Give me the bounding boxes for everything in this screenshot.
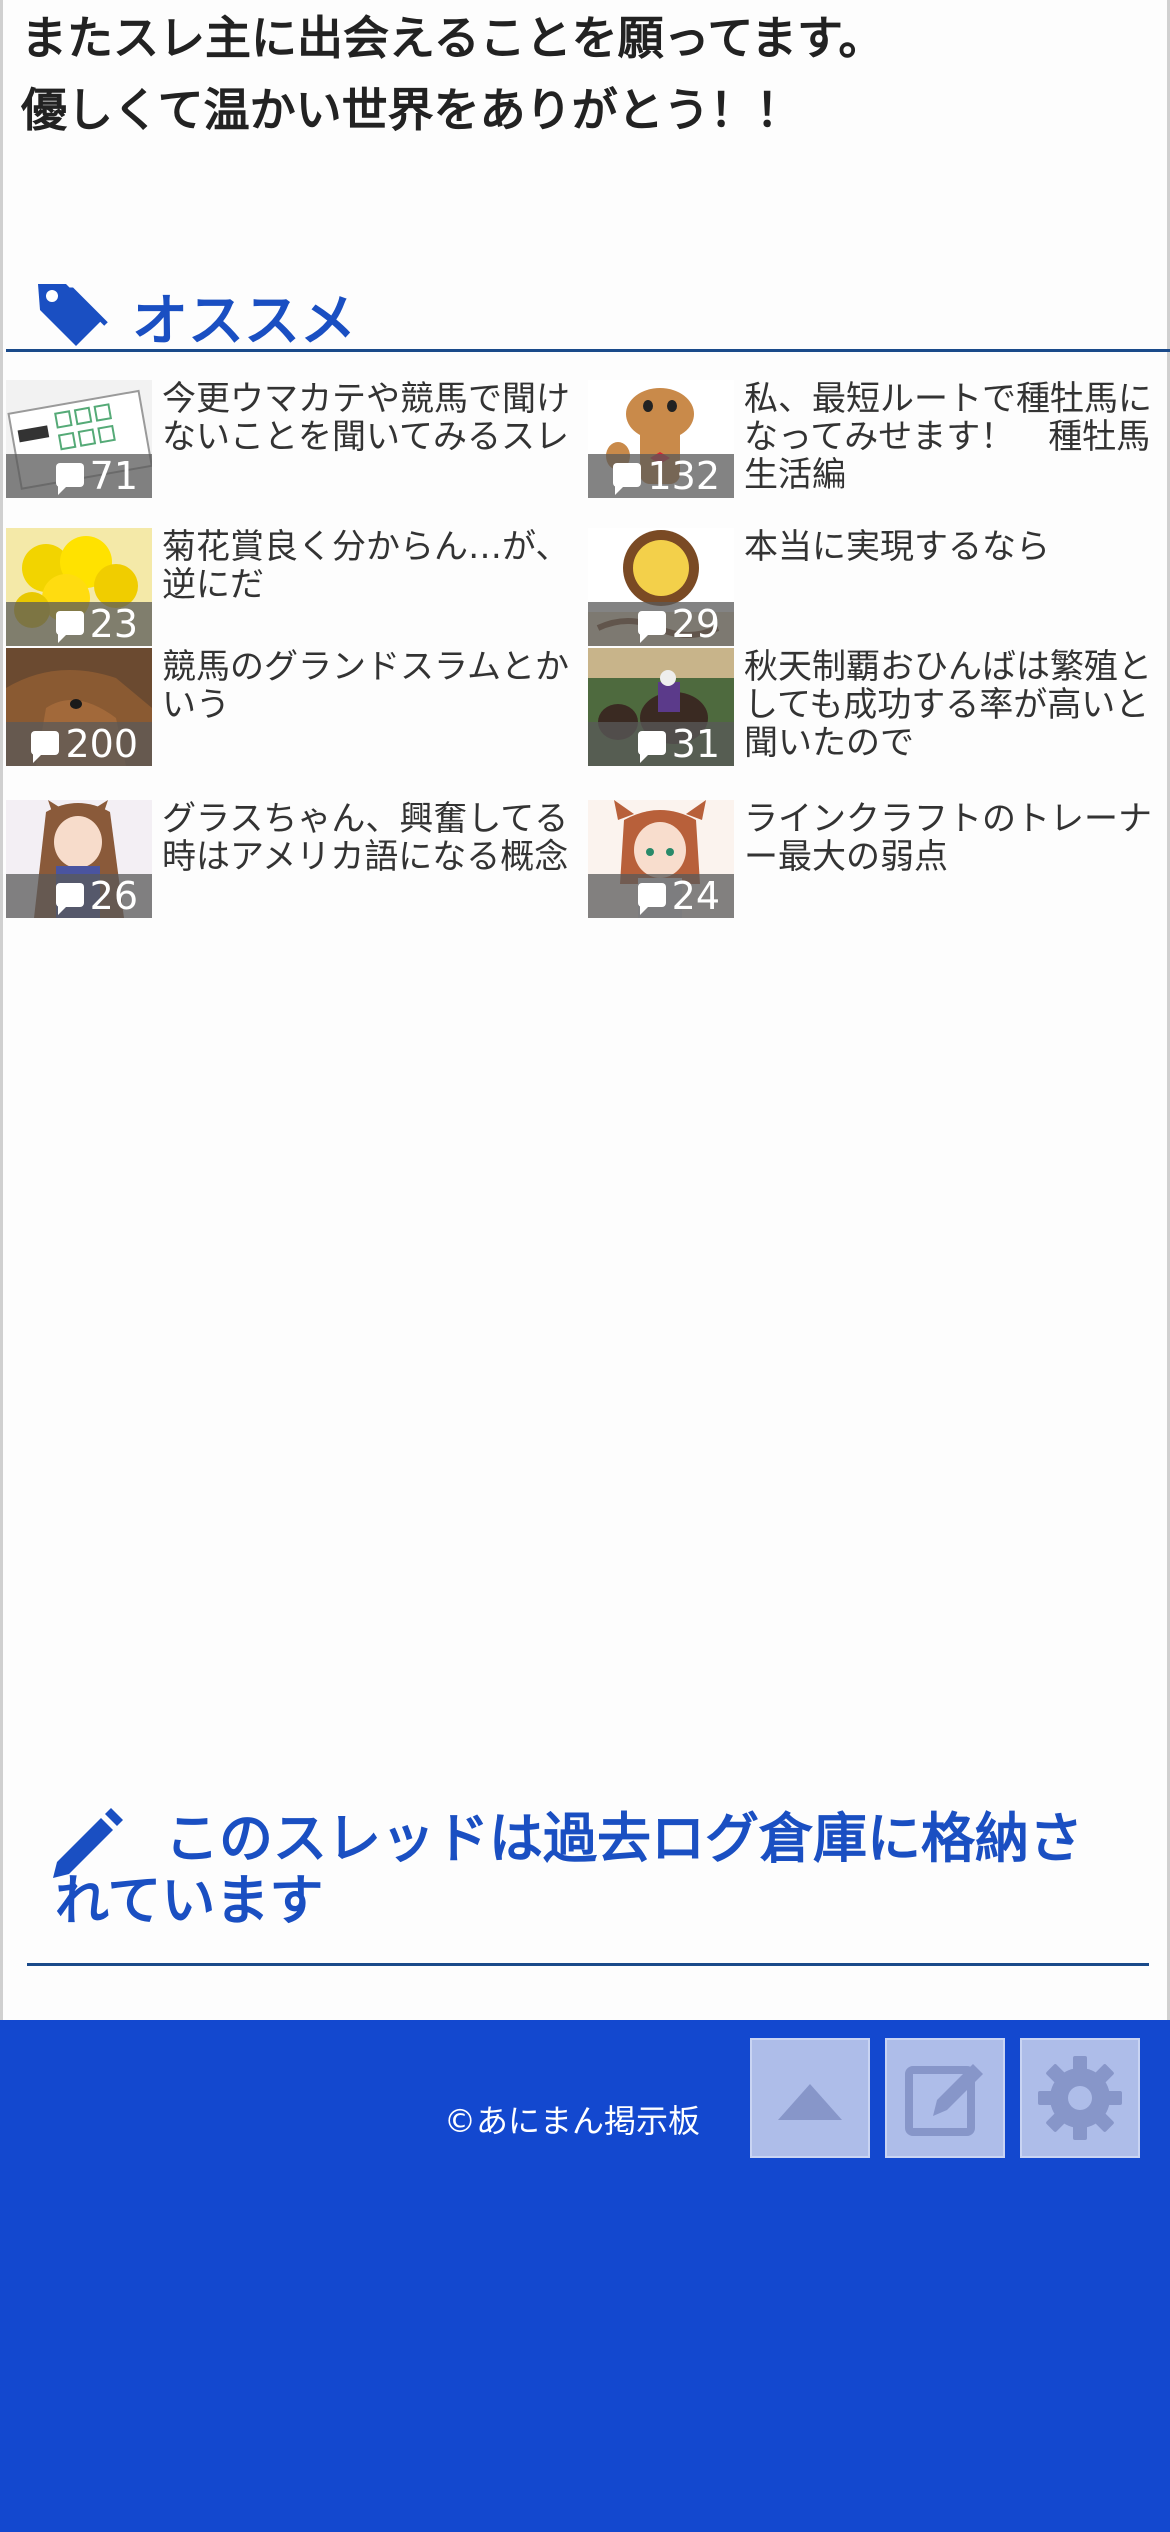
thread-title-link[interactable]: 私、最短ルートで種牡馬になってみせます！ 種牡馬生活編 <box>744 380 1160 494</box>
comment-count: 132 <box>647 454 720 498</box>
tag-icon <box>38 284 108 346</box>
recommend-item[interactable]: 23 菊花賞良く分からん…が、逆にだ <box>6 528 586 658</box>
comment-count: 200 <box>65 722 138 766</box>
comment-count: 23 <box>89 602 138 646</box>
comment-icon <box>613 463 642 495</box>
yellow-flowers-thumbnail[interactable]: 23 <box>6 528 152 646</box>
thread-title-link[interactable]: ラインクラフトのトレーナー最大の弱点 <box>744 800 1160 876</box>
recommend-item[interactable]: 200 競馬のグランドスラムとかいう <box>6 648 586 778</box>
comment-count: 71 <box>89 454 138 498</box>
thread-title-link[interactable]: 今更ウマカテや競馬で聞けないことを聞いてみるスレ <box>162 380 578 456</box>
coco-ichibanya-thumbnail[interactable]: 29 <box>588 528 734 646</box>
thread-title-link[interactable]: 競馬のグランドスラムとかいう <box>162 648 578 724</box>
comment-count-badge: 132 <box>588 454 734 498</box>
post-body: またスレ主に出会えることを願ってます。 優しくて温かい世界をありがとう！！ <box>21 2 1151 146</box>
horse-illustration-thumbnail[interactable]: 132 <box>588 380 734 498</box>
recommend-item[interactable]: 29 本当に実現するなら <box>588 528 1168 658</box>
comment-count: 24 <box>671 874 720 918</box>
compose-button[interactable] <box>885 2038 1005 2158</box>
page: またスレ主に出会えることを願ってます。 優しくて温かい世界をありがとう！！ オス… <box>0 0 1170 2532</box>
comment-icon <box>637 883 666 915</box>
race-card-thumbnail[interactable]: 71 <box>6 380 152 498</box>
comment-count: 26 <box>89 874 138 918</box>
comment-icon <box>55 611 84 643</box>
comment-icon <box>31 731 60 763</box>
recommend-list: 71 今更ウマカテや競馬で聞けないことを聞いてみるスレ 132 私、最短ルートで… <box>6 380 1170 940</box>
comment-count-badge: 26 <box>6 874 152 918</box>
comment-count-badge: 24 <box>588 874 734 918</box>
comment-count-badge: 71 <box>6 454 152 498</box>
comment-count: 29 <box>671 602 720 646</box>
archived-notice: このスレッドは過去ログ倉庫に格納されています <box>27 1800 1149 1966</box>
recommend-item[interactable]: 132 私、最短ルートで種牡馬になってみせます！ 種牡馬生活編 <box>588 380 1168 510</box>
comment-icon <box>637 611 666 643</box>
thread-title-link[interactable]: 秋天制覇おひんばは繁殖としても成功する率が高いと聞いたので <box>744 648 1160 762</box>
race-photo-thumbnail[interactable]: 31 <box>588 648 734 766</box>
recommend-item[interactable]: 24 ラインクラフトのトレーナー最大の弱点 <box>588 800 1168 930</box>
gear-icon <box>1038 2056 1122 2140</box>
anime-girl-thumbnail[interactable]: 24 <box>588 800 734 918</box>
thread-title-link[interactable]: 本当に実現するなら <box>744 528 1160 566</box>
edit-icon <box>905 2064 983 2136</box>
post-line-1: またスレ主に出会えることを願ってます。 <box>21 11 885 65</box>
post-line-2: 優しくて温かい世界をありがとう！！ <box>21 83 802 137</box>
recommend-item[interactable]: 71 今更ウマカテや競馬で聞けないことを聞いてみるスレ <box>6 380 586 510</box>
content-frame: またスレ主に出会えることを願ってます。 優しくて温かい世界をありがとう！！ オス… <box>0 0 1170 2020</box>
archived-message: このスレッドは過去ログ倉庫に格納されています <box>55 1807 1083 1932</box>
comment-icon <box>637 731 666 763</box>
comment-count-badge: 23 <box>6 602 152 646</box>
copyright-text: ©あにまん掲示板 <box>444 2102 701 2140</box>
comment-icon <box>55 883 84 915</box>
horse-photo-thumbnail[interactable]: 200 <box>6 648 152 766</box>
comment-count-badge: 200 <box>6 722 152 766</box>
comment-icon <box>55 463 84 495</box>
footer: ©あにまん掲示板 <box>0 2020 1170 2532</box>
recommend-header: オススメ <box>6 262 1170 354</box>
triangle-up-icon <box>778 2084 842 2120</box>
recommend-item[interactable]: 31 秋天制覇おひんばは繁殖としても成功する率が高いと聞いたので <box>588 648 1168 778</box>
thread-title-link[interactable]: 菊花賞良く分からん…が、逆にだ <box>162 528 578 604</box>
anime-girl-thumbnail[interactable]: 26 <box>6 800 152 918</box>
settings-button[interactable] <box>1020 2038 1140 2158</box>
recommend-item[interactable]: 26 グラスちゃん、興奮してる時はアメリカ語になる概念 <box>6 800 586 930</box>
comment-count-badge: 29 <box>588 602 734 646</box>
comment-count-badge: 31 <box>588 722 734 766</box>
scroll-top-button[interactable] <box>750 2038 870 2158</box>
thread-title-link[interactable]: グラスちゃん、興奮してる時はアメリカ語になる概念 <box>162 800 578 876</box>
comment-count: 31 <box>671 722 720 766</box>
recommend-title: オススメ <box>132 289 356 354</box>
